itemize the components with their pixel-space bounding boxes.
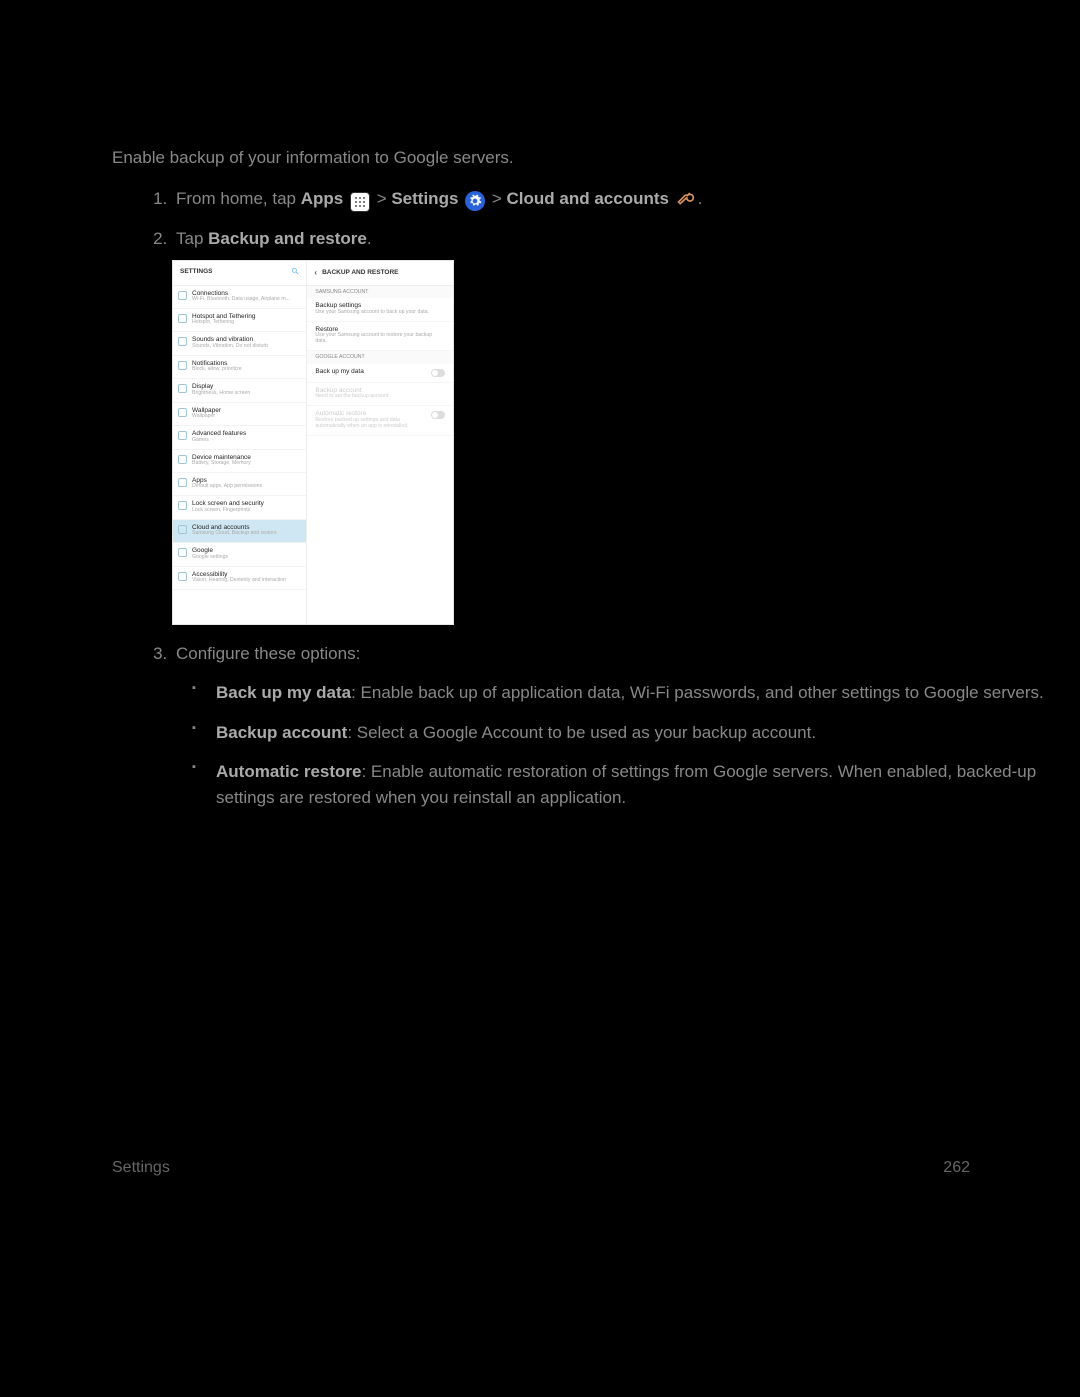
- category-icon: [178, 548, 187, 557]
- right-item-restore: RestoreUse your Samsung account to resto…: [307, 322, 453, 351]
- sep-2: >: [492, 189, 507, 208]
- screenshot-left-item: Device maintenanceBattery, Storage, Memo…: [173, 450, 306, 473]
- category-icon: [178, 384, 187, 393]
- sep-1: >: [377, 189, 392, 208]
- category-icon: [178, 455, 187, 464]
- backup-restore-label: Backup and restore: [208, 229, 367, 248]
- screenshot-left-item: AppsDefault apps, App permissions: [173, 473, 306, 496]
- category-icon: [178, 314, 187, 323]
- key-icon: [676, 187, 696, 207]
- step-2-prefix: Tap: [176, 229, 208, 248]
- section-samsung: SAMSUNG ACCOUNT: [307, 286, 453, 299]
- step-list: From home, tap Apps > Settings > Cloud a…: [172, 186, 1080, 810]
- screenshot-left-item: DisplayBrightness, Home screen: [173, 379, 306, 402]
- option-backup-account: Backup account: Select a Google Account …: [200, 720, 1080, 746]
- screenshot-right-panel: ‹ BACKUP AND RESTORE SAMSUNG ACCOUNT Bac…: [307, 261, 453, 624]
- right-item-auto-restore: Automatic restoreRestore backed up setti…: [307, 406, 453, 435]
- settings-gear-icon: [465, 191, 485, 211]
- section-google: GOOGLE ACCOUNT: [307, 351, 453, 364]
- right-item-backup-settings: Backup settingsUse your Samsung account …: [307, 298, 453, 321]
- cloud-accounts-label: Cloud and accounts: [507, 189, 669, 208]
- step-2: Tap Backup and restore. SETTINGS Connect…: [172, 226, 1080, 625]
- footer-section: Settings: [112, 1159, 170, 1177]
- screenshot-left-item: Cloud and accountsSamsung Cloud, Backup …: [173, 520, 306, 543]
- settings-screenshot: SETTINGS ConnectionsWi-Fi, Bluetooth, Da…: [172, 260, 454, 625]
- step-1-prefix: From home, tap: [176, 189, 301, 208]
- option-backup-data: Back up my data: Enable back up of appli…: [200, 680, 1080, 706]
- screenshot-left-item: WallpaperWallpaper: [173, 403, 306, 426]
- screenshot-backup-header: ‹ BACKUP AND RESTORE: [307, 261, 453, 286]
- options-list: Back up my data: Enable back up of appli…: [200, 680, 1080, 810]
- screenshot-left-item: Hotspot and TetheringHotspot, Tethering: [173, 309, 306, 332]
- screenshot-left-item: NotificationsBlock, allow, prioritize: [173, 356, 306, 379]
- right-item-backup-account: Backup accountNeed to set the backup acc…: [307, 383, 453, 406]
- search-icon: [291, 267, 299, 279]
- step-1: From home, tap Apps > Settings > Cloud a…: [172, 186, 1080, 212]
- category-icon: [178, 572, 187, 581]
- category-icon: [178, 408, 187, 417]
- toggle-icon: [431, 369, 445, 377]
- category-icon: [178, 525, 187, 534]
- screenshot-left-item: Lock screen and securityLock screen, Fin…: [173, 496, 306, 519]
- screenshot-left-item: GoogleGoogle settings: [173, 543, 306, 566]
- settings-label: Settings: [391, 189, 458, 208]
- screenshot-left-item: ConnectionsWi-Fi, Bluetooth, Data usage,…: [173, 286, 306, 309]
- screenshot-settings-title: SETTINGS: [180, 267, 213, 279]
- step-3: Configure these options: Back up my data…: [172, 641, 1080, 811]
- screenshot-left-item: Sounds and vibrationSounds, Vibration, D…: [173, 332, 306, 355]
- category-icon: [178, 337, 187, 346]
- apps-grid-icon: [350, 192, 370, 212]
- category-icon: [178, 478, 187, 487]
- category-icon: [178, 361, 187, 370]
- option-auto-restore: Automatic restore: Enable automatic rest…: [200, 759, 1080, 810]
- step-3-text: Configure these options:: [176, 644, 360, 663]
- screenshot-left-item: AccessibilityVision, Hearing, Dexterity …: [173, 567, 306, 590]
- category-icon: [178, 291, 187, 300]
- toggle-icon: [431, 411, 445, 419]
- screenshot-left-item: Advanced featuresGames: [173, 426, 306, 449]
- right-item-backup-data: Back up my data: [307, 364, 453, 383]
- screenshot-left-panel: SETTINGS ConnectionsWi-Fi, Bluetooth, Da…: [173, 261, 307, 624]
- intro-text: Enable backup of your information to Goo…: [112, 148, 1080, 168]
- category-icon: [178, 431, 187, 440]
- category-icon: [178, 501, 187, 510]
- screenshot-backup-title: BACKUP AND RESTORE: [322, 268, 398, 278]
- page-footer: Settings 262: [112, 1159, 970, 1177]
- footer-page-number: 262: [943, 1159, 970, 1177]
- step-2-end: .: [367, 229, 372, 248]
- apps-label: Apps: [301, 189, 344, 208]
- screenshot-settings-header: SETTINGS: [173, 261, 306, 286]
- back-chevron-icon: ‹: [314, 267, 317, 279]
- step-1-end: .: [698, 189, 703, 208]
